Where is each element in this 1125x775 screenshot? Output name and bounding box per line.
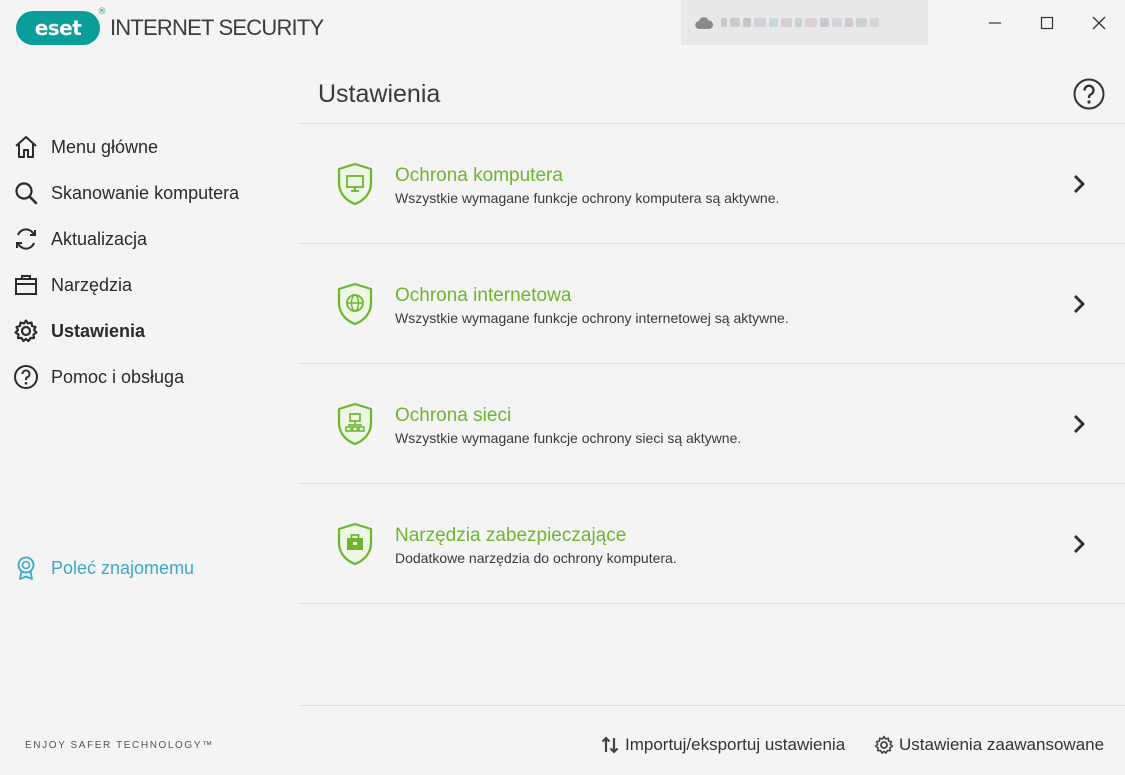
gear-icon — [12, 317, 40, 345]
section-description: Dodatkowe narzędzia do ochrony komputera… — [395, 550, 677, 566]
sidebar-item-help[interactable]: Pomoc i obsługa — [12, 360, 184, 394]
redacted-account-text — [721, 18, 879, 27]
refer-friend-link[interactable]: Poleć znajomemu — [12, 551, 194, 585]
tagline: ENJOY SAFER TECHNOLOGY™ — [25, 740, 214, 751]
sidebar-item-home[interactable]: Menu główne — [12, 130, 158, 164]
sidebar: Menu główne Skanowanie komputera Aktuali… — [0, 56, 300, 775]
page-title: Ustawienia — [318, 80, 441, 108]
chevron-right-icon — [1073, 414, 1085, 434]
section-title: Ochrona komputera — [395, 165, 563, 186]
shield-monitor-icon — [337, 162, 373, 206]
badge-icon — [12, 554, 40, 582]
sidebar-item-label: Aktualizacja — [51, 228, 148, 249]
footer-divider — [300, 705, 1125, 706]
logo-brand-text: eset — [34, 16, 82, 40]
refresh-icon — [12, 225, 40, 253]
main-panel: Ustawienia Ochrona komputera Wszystkie w… — [300, 56, 1125, 775]
sidebar-item-settings[interactable]: Ustawienia — [12, 314, 145, 348]
import-export-icon — [601, 736, 619, 754]
eset-logo: eset ® INTERNET SECURITY — [16, 7, 324, 45]
question-icon — [12, 363, 40, 391]
sidebar-item-label: Narzędzia — [51, 274, 133, 295]
cloud-icon — [695, 16, 713, 29]
chevron-right-icon — [1073, 534, 1085, 554]
minimize-icon — [989, 21, 1001, 24]
sidebar-item-scan[interactable]: Skanowanie komputera — [12, 176, 239, 210]
shield-globe-icon — [337, 282, 373, 326]
title-bar: eset ® INTERNET SECURITY — [0, 0, 1125, 56]
home-icon — [12, 133, 40, 161]
section-description: Wszystkie wymagane funkcje ochrony sieci… — [395, 430, 742, 446]
registered-mark: ® — [97, 7, 107, 17]
sidebar-item-label: Pomoc i obsługa — [51, 366, 185, 387]
section-description: Wszystkie wymagane funkcje ochrony inter… — [395, 310, 789, 326]
app-window: eset ® INTERNET SECURITY Menu główne Ska… — [0, 0, 1125, 775]
gear-icon — [874, 735, 894, 754]
section-security-tools[interactable]: Narzędzia zabezpieczające Dodatkowe narz… — [300, 484, 1125, 604]
section-title: Narzędzia zabezpieczające — [395, 525, 627, 546]
account-license-box[interactable] — [681, 0, 928, 45]
divider — [300, 603, 1125, 604]
sidebar-item-label: Menu główne — [51, 136, 159, 157]
advanced-settings-label: Ustawienia zaawansowane — [899, 735, 1105, 754]
advanced-settings-link[interactable]: Ustawienia zaawansowane — [874, 732, 1104, 758]
section-computer-protection[interactable]: Ochrona komputera Wszystkie wymagane fun… — [300, 124, 1125, 244]
sidebar-item-update[interactable]: Aktualizacja — [12, 222, 147, 256]
help-button[interactable] — [1073, 78, 1105, 110]
chevron-right-icon — [1073, 294, 1085, 314]
shield-briefcase-icon — [337, 522, 373, 566]
sidebar-item-label: Skanowanie komputera — [51, 182, 240, 203]
section-title: Ochrona sieci — [395, 405, 512, 426]
close-button[interactable] — [1073, 0, 1125, 45]
maximize-button[interactable] — [1021, 0, 1073, 45]
refer-friend-label: Poleć znajomemu — [51, 557, 195, 578]
section-title: Ochrona internetowa — [395, 285, 572, 306]
shield-network-icon — [337, 402, 373, 446]
sidebar-item-label: Ustawienia — [51, 320, 146, 341]
maximize-icon — [1040, 16, 1054, 29]
minimize-button[interactable] — [969, 0, 1021, 45]
product-name: INTERNET SECURITY — [110, 15, 324, 40]
sidebar-item-tools[interactable]: Narzędzia — [12, 268, 132, 302]
section-network-protection[interactable]: Ochrona sieci Wszystkie wymagane funkcje… — [300, 364, 1125, 484]
chevron-right-icon — [1073, 174, 1085, 194]
close-icon — [1092, 16, 1106, 29]
question-icon — [1073, 78, 1105, 110]
logo-badge: eset ® — [16, 7, 106, 45]
section-description: Wszystkie wymagane funkcje ochrony kompu… — [395, 190, 780, 206]
section-internet-protection[interactable]: Ochrona internetowa Wszystkie wymagane f… — [300, 244, 1125, 364]
window-controls — [969, 0, 1125, 45]
search-icon — [12, 179, 40, 207]
import-export-settings-link[interactable]: Importuj/eksportuj ustawienia — [600, 732, 845, 758]
import-export-label: Importuj/eksportuj ustawienia — [625, 735, 846, 754]
toolbox-icon — [12, 271, 40, 299]
